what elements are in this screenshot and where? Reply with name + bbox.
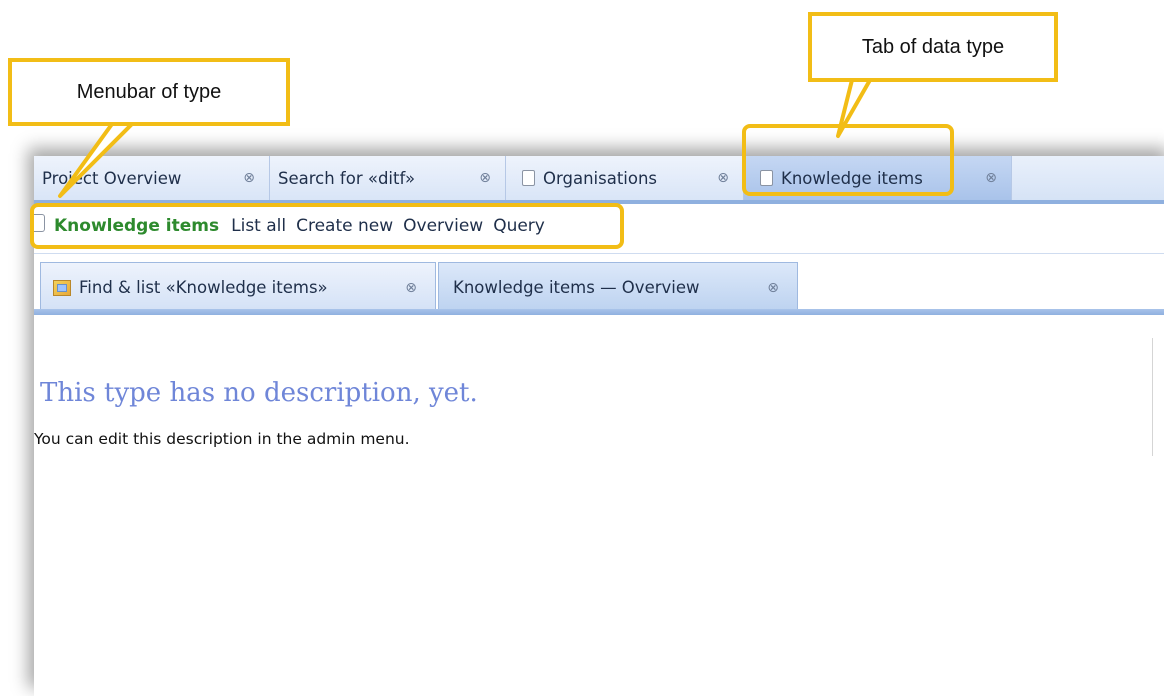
callout-pointers: [58, 78, 872, 198]
tab-pointer: [836, 78, 872, 138]
menubar-pointer: [58, 122, 134, 198]
